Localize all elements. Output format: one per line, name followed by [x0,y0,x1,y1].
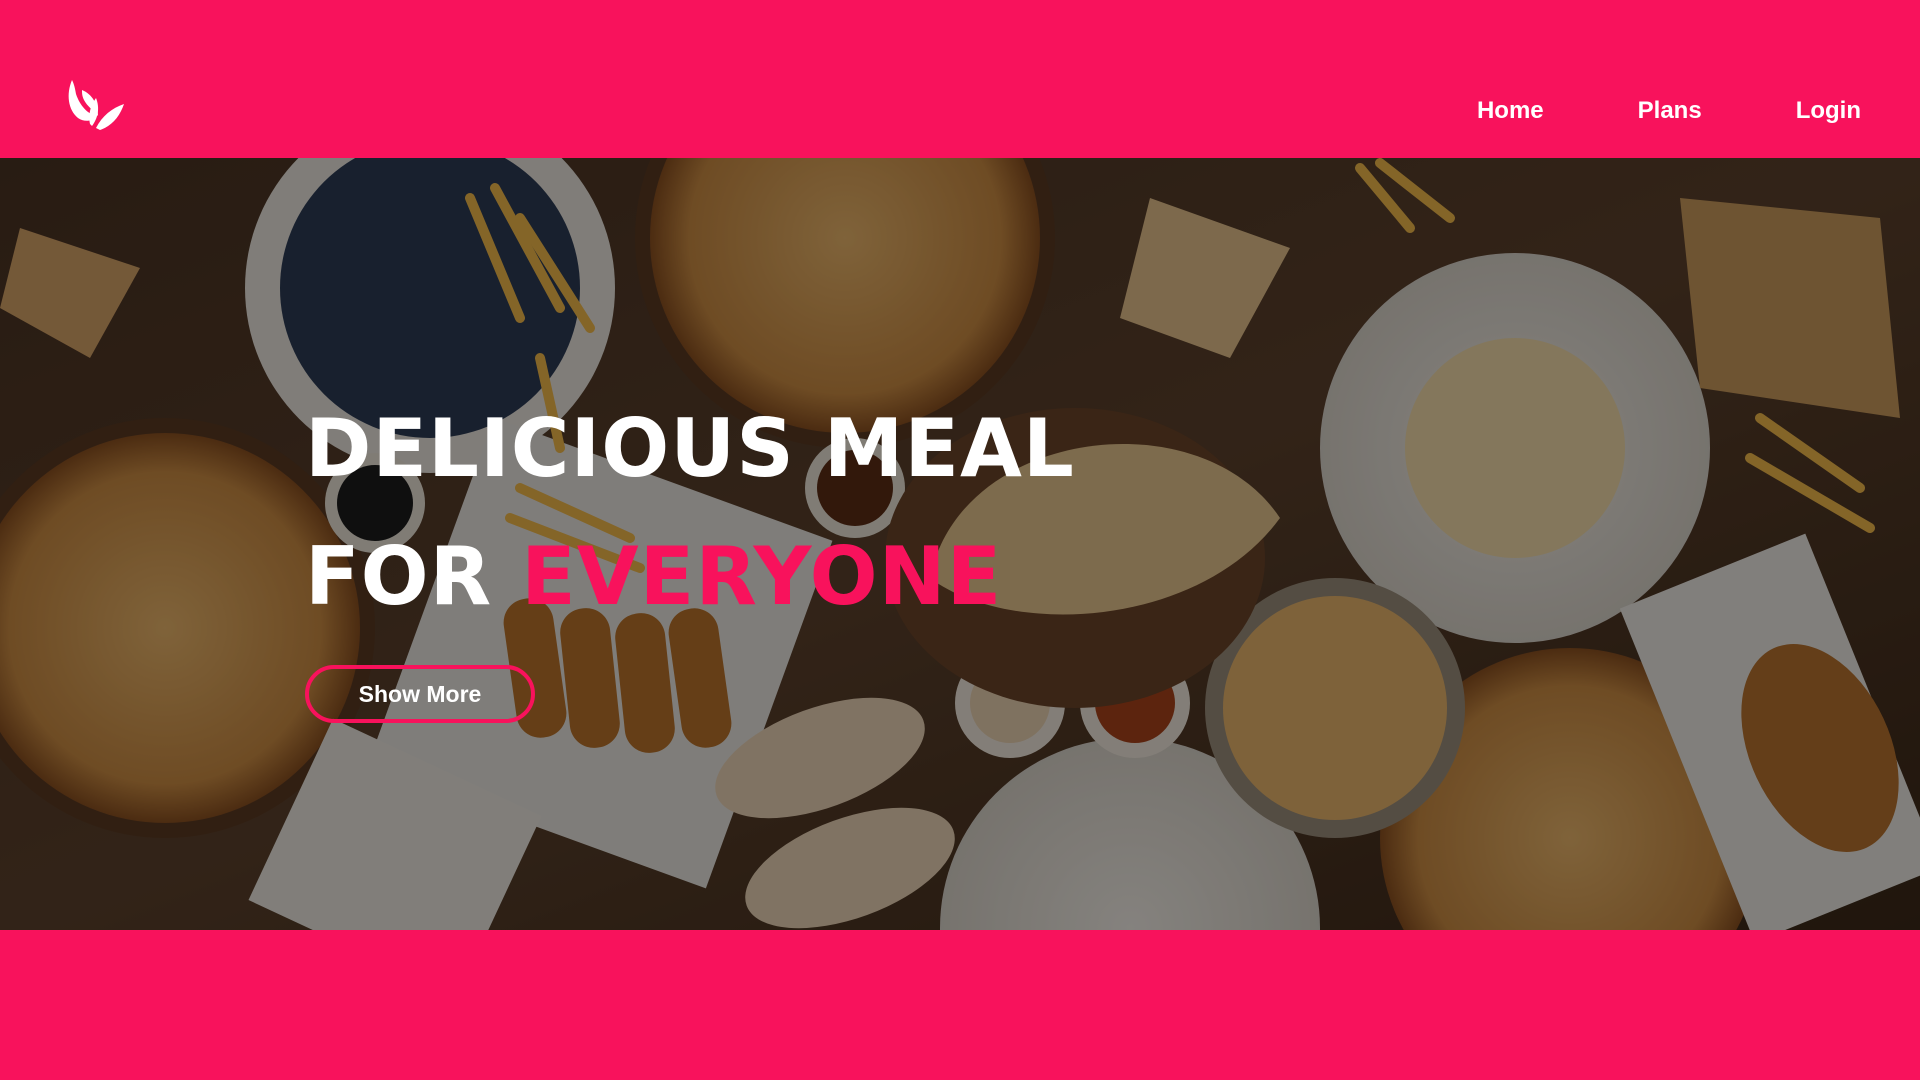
hero-title-prefix: FOR [305,530,522,623]
hero-content: DELICIOUS MEAL FOR EVERYONE Show More [305,385,1075,723]
main-nav: Home Plans Login [1383,94,1861,128]
footer-band [0,930,1920,1080]
show-more-button[interactable]: Show More [305,665,535,723]
nav-login-link[interactable]: Login [1796,94,1861,128]
hero-section: DELICIOUS MEAL FOR EVERYONE Show More [0,158,1920,930]
site-header: Home Plans Login [0,0,1920,158]
hero-title-accent: EVERYONE [521,530,1003,623]
leaf-logo-icon[interactable] [62,76,126,134]
hero-title-line-2: FOR EVERYONE [305,513,1075,641]
nav-home-link[interactable]: Home [1477,94,1544,128]
nav-plans-link[interactable]: Plans [1638,94,1702,128]
hero-title-line-1: DELICIOUS MEAL [305,402,1075,495]
page: Home Plans Login DELICIOUS MEAL FOR EVER… [0,0,1920,1080]
